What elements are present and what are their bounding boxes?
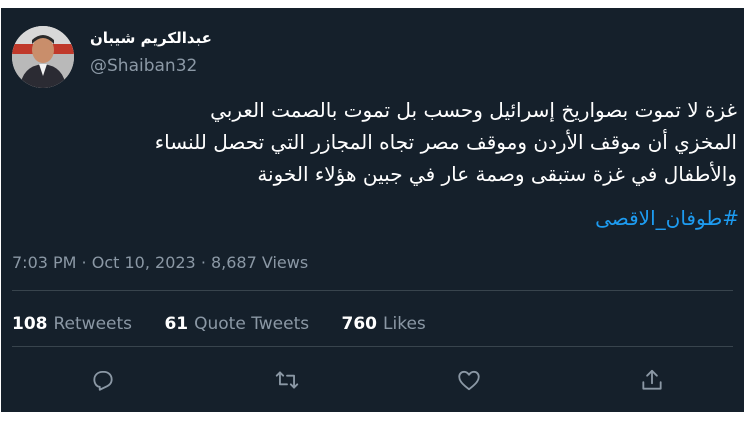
author-handle[interactable]: @Shaiban32	[90, 56, 197, 76]
likes-stat[interactable]: 760 Likes	[342, 314, 426, 334]
retweets-count: 108	[12, 314, 48, 334]
quotes-count: 61	[164, 314, 189, 334]
heart-icon	[458, 370, 480, 391]
author-name[interactable]: عبدالكريم شيبان	[90, 29, 212, 47]
tweet-meta[interactable]: 7:03 PM · Oct 10, 2023 · 8,687 Views	[12, 253, 308, 272]
retweets-stat[interactable]: 108 Retweets	[12, 314, 132, 334]
retweet-button[interactable]	[267, 360, 307, 400]
like-button[interactable]	[449, 360, 489, 400]
quote-tweets-stat[interactable]: 61 Quote Tweets	[164, 314, 309, 334]
tweet-text-line: والأطفال في غزة ستبقى وصمة عار في جبين ه…	[257, 162, 737, 186]
reply-icon	[93, 370, 113, 391]
share-button[interactable]	[632, 360, 672, 400]
avatar-image	[12, 26, 74, 88]
share-icon	[642, 369, 662, 390]
divider	[12, 290, 733, 291]
tweet-stats: 108 Retweets 61 Quote Tweets 760 Likes	[12, 314, 453, 334]
quotes-label: Quote Tweets	[194, 314, 310, 334]
retweets-label: Retweets	[53, 314, 133, 334]
reply-button[interactable]	[83, 360, 123, 400]
screenshot-frame: عبدالكريم شيبان @Shaiban32 غزة لا تموت ب…	[0, 0, 750, 430]
tweet-text: غزة لا تموت بصواريخ إسرائيل وحسب بل تموت…	[7, 94, 737, 190]
divider	[12, 346, 733, 347]
likes-count: 760	[341, 314, 378, 334]
tweet-text-line: غزة لا تموت بصواريخ إسرائيل وحسب بل تموت…	[210, 98, 737, 122]
likes-label: Likes	[383, 314, 426, 334]
tweet-text-line: المخزي أن موقف الأردن وموقف مصر تجاه الم…	[154, 130, 737, 154]
hashtag-link[interactable]: #طوفان_الاقصى	[595, 206, 739, 230]
avatar[interactable]	[12, 26, 74, 88]
retweet-icon	[275, 371, 299, 389]
tweet-card: عبدالكريم شيبان @Shaiban32 غزة لا تموت ب…	[1, 8, 744, 412]
